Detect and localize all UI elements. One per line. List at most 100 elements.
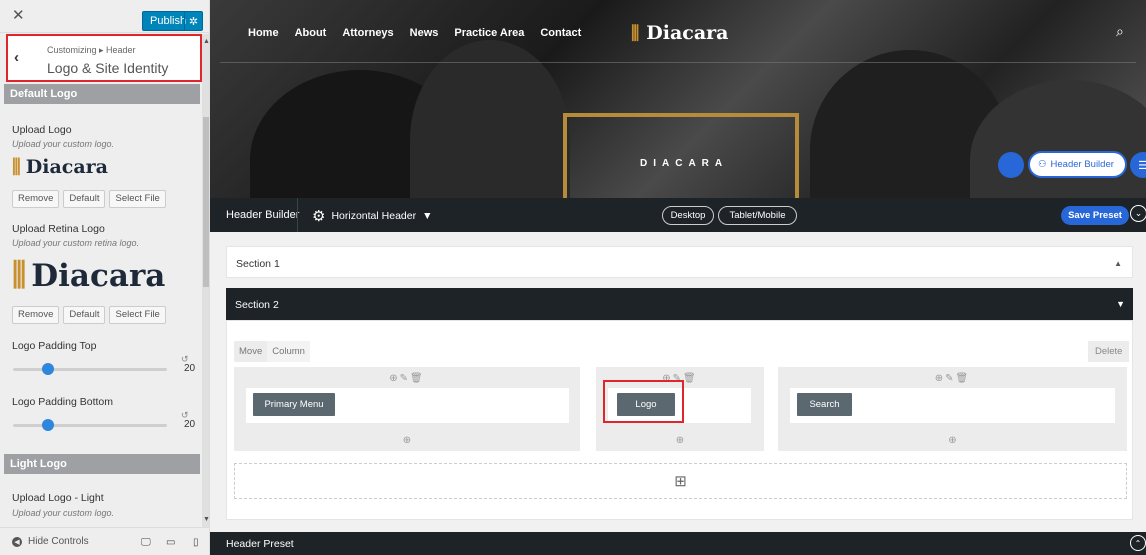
padding-top-slider[interactable] [13, 363, 167, 375]
nav-about[interactable]: About [295, 27, 327, 39]
sidebar-scrollbar[interactable]: ▲ ▼ [202, 34, 209, 527]
back-arrow-icon[interactable]: ‹ [14, 49, 19, 66]
site-logo-text: Diacara [646, 22, 729, 44]
desktop-button[interactable]: Desktop [662, 206, 714, 225]
column-tabs: Move Column [234, 341, 310, 362]
header-type-dropdown[interactable]: ⚙ Horizontal Header ▼ [312, 207, 433, 225]
column-2: ⊕✎🗑 Logo ⊕ [596, 367, 764, 451]
add-element-icon[interactable]: ⊕ [234, 435, 580, 446]
hero-figure [970, 80, 1146, 198]
search-icon[interactable]: ⌕ [1116, 23, 1124, 40]
hide-controls-label: Hide Controls [28, 536, 89, 547]
floating-dot[interactable] [998, 152, 1024, 178]
default-button[interactable]: Default [63, 306, 106, 324]
upload-retina-label: Upload Retina Logo [12, 223, 105, 235]
upload-retina-desc: Upload your custom retina logo. [12, 238, 140, 248]
delete-button[interactable]: Delete [1088, 341, 1130, 362]
section-light-logo: Light Logo [4, 454, 200, 474]
default-button[interactable]: Default [63, 190, 106, 208]
remove-button[interactable]: Remove [12, 306, 60, 324]
nav-contact[interactable]: Contact [540, 27, 581, 39]
primary-menu-element[interactable]: Primary Menu [253, 393, 335, 416]
add-element-icon[interactable]: ⊕ [596, 435, 764, 446]
padding-bottom-value: 20 [184, 419, 196, 430]
header-builder-pill-label: Header Builder [1050, 159, 1114, 170]
slider-knob[interactable] [42, 363, 55, 375]
column-tools[interactable]: ⊕✎🗑 [778, 373, 1127, 384]
hide-controls-button[interactable]: ◀ Hide Controls [12, 536, 89, 547]
nav-attorneys[interactable]: Attorneys [342, 27, 393, 39]
add-section-icon[interactable]: ⊞ [234, 463, 1127, 499]
hero-banner: Home About Attorneys News Practice Area … [210, 0, 1146, 198]
add-element-icon[interactable]: ⊕ [778, 435, 1127, 446]
brand-mark-icon: ⫼ [12, 156, 21, 178]
mobile-preview-icon[interactable]: ▯ [193, 537, 199, 548]
header-preset-bar: Header Preset ⌃ [210, 532, 1146, 555]
chevron-up-icon[interactable]: ⌃ [1130, 535, 1146, 551]
save-preset-button[interactable]: Save Preset [1061, 206, 1129, 225]
column-slot: Primary Menu [246, 388, 569, 423]
caret-up-icon[interactable]: ▲ [1114, 259, 1122, 268]
column-tools[interactable]: ⊕✎🗑 [234, 373, 580, 384]
padding-top-value: 20 [184, 363, 196, 374]
gear-icon[interactable]: ✲ [184, 12, 202, 30]
hero-gold-frame [563, 113, 799, 198]
scroll-up-icon[interactable]: ▲ [203, 38, 209, 45]
site-logo[interactable]: ⫼ Diacara [631, 22, 729, 44]
upload-logo-buttons: Remove Default Select File [12, 190, 166, 208]
highlight-frame [603, 380, 684, 423]
section-2-body: Move Column Delete ⊕✎🗑 Primary Menu ⊕ ⊕✎… [226, 320, 1133, 520]
section-1-title: Section 1 [236, 258, 280, 270]
divider [297, 198, 298, 232]
brand-mark-icon: ⫼ [631, 22, 640, 44]
header-builder-pill[interactable]: ⚇ Header Builder [1028, 151, 1127, 178]
publish-button[interactable]: Publish ✲ [142, 11, 203, 31]
padding-bottom-label: Logo Padding Bottom [12, 396, 113, 408]
sidebar-topbar: ✕ Publish ✲ [0, 0, 209, 33]
hero-text: DIACARA [640, 158, 729, 169]
site-preview: Home About Attorneys News Practice Area … [210, 0, 1146, 555]
header-type-label: Horizontal Header [331, 210, 417, 222]
logo-preview: ⫼ Diacara [12, 156, 108, 178]
column-3: ⊕✎🗑 Search ⊕ [778, 367, 1127, 451]
header-divider [220, 62, 1136, 63]
nav-news[interactable]: News [410, 27, 439, 39]
header-preset-title: Header Preset [226, 538, 294, 550]
tablet-preview-icon[interactable]: ▭ [166, 537, 175, 548]
chevron-down-icon[interactable]: ⌄ [1130, 205, 1146, 222]
scroll-thumb[interactable] [203, 117, 209, 287]
desktop-preview-icon[interactable]: 🖵 [141, 537, 151, 548]
tablet-mobile-button[interactable]: Tablet/Mobile [718, 206, 797, 225]
section-1-row[interactable]: Section 1 ▲ [226, 246, 1133, 278]
section-2-row[interactable]: Section 2 ▼ [226, 288, 1133, 320]
gear-icon: ⚙ [312, 208, 326, 225]
retina-logo-text: Diacara [31, 257, 166, 294]
upload-logo-label: Upload Logo [12, 124, 72, 136]
scroll-down-icon[interactable]: ▼ [203, 516, 209, 523]
padding-bottom-slider[interactable] [13, 419, 167, 431]
section-2-title: Section 2 [235, 299, 279, 311]
sidebar-content[interactable]: Default Logo Upload Logo Upload your cus… [0, 84, 201, 527]
header-builder-title: Header Builder [226, 209, 300, 221]
select-file-button[interactable]: Select File [109, 190, 166, 208]
close-icon[interactable]: ✕ [12, 8, 25, 23]
move-tab[interactable]: Move [234, 341, 268, 362]
section-default-logo: Default Logo [4, 84, 200, 104]
logo-preview-text: Diacara [25, 156, 108, 178]
nav-practice-area[interactable]: Practice Area [454, 27, 524, 39]
nav-home[interactable]: Home [248, 27, 279, 39]
column-slot: Search [790, 388, 1115, 423]
builder-panel: Section 1 ▲ Section 2 ▼ Move Column Dele… [226, 246, 1133, 520]
header-builder-bar: Header Builder ⚙ Horizontal Header ▼ Des… [210, 198, 1146, 232]
sidebar-footer: ◀ Hide Controls 🖵 ▭ ▯ [0, 527, 209, 555]
caret-down-icon[interactable]: ▼ [1116, 299, 1125, 309]
select-file-button[interactable]: Select File [109, 306, 166, 324]
slider-knob[interactable] [42, 419, 55, 431]
column-tab[interactable]: Column [267, 341, 310, 362]
padding-top-label: Logo Padding Top [12, 340, 97, 352]
remove-button[interactable]: Remove [12, 190, 60, 208]
column-1: ⊕✎🗑 Primary Menu ⊕ [234, 367, 580, 451]
customizer-sidebar: ✕ Publish ✲ ‹ Customizing ▸ Header Logo … [0, 0, 210, 555]
upload-retina-buttons: Remove Default Select File [12, 306, 166, 324]
search-element[interactable]: Search [797, 393, 852, 416]
